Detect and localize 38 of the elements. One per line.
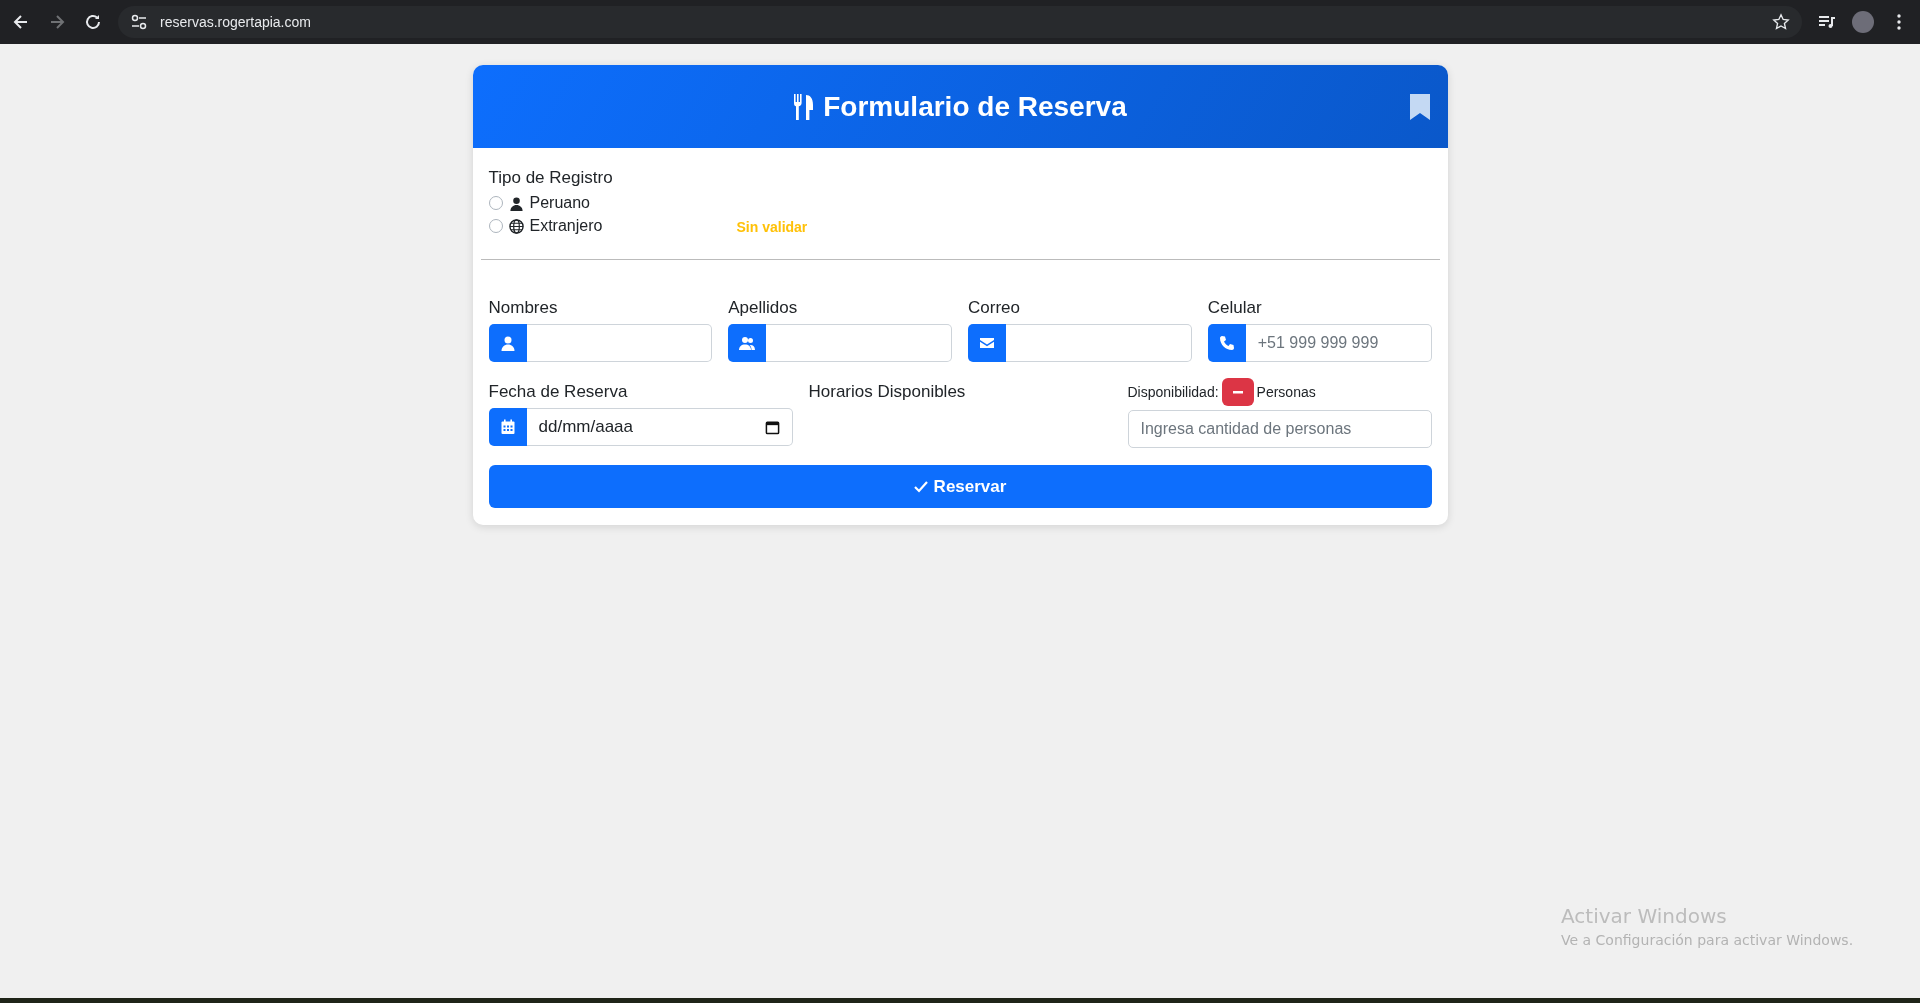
users-icon (728, 324, 767, 362)
reserve-button[interactable]: Reservar (488, 465, 1432, 508)
unit-label: Personas (1256, 384, 1316, 400)
envelope-icon (968, 324, 1006, 362)
availability-label: Disponibilidad: (1127, 384, 1219, 400)
field-label: Nombres (488, 298, 559, 318)
check-icon (913, 480, 928, 493)
date-field[interactable]: dd/mm/aaaa (526, 408, 793, 446)
calendar-icon (488, 408, 527, 446)
text-field[interactable]: +51 999 999 999 (1245, 324, 1432, 362)
phone-icon (1207, 324, 1246, 362)
url-text: reservas.rogertapia.com (160, 14, 311, 30)
availability-badge (1221, 378, 1254, 406)
utensils-icon (793, 92, 816, 121)
text-field[interactable] (766, 324, 952, 362)
user-icon (488, 324, 527, 362)
calendar-icon[interactable] (764, 419, 780, 435)
field-label: Correo (968, 298, 1021, 318)
field-label: Tipo de Registro (488, 168, 614, 188)
form-title: Formulario de Reserva (823, 90, 1127, 123)
address-bar[interactable]: reservas.rogertapia.com (118, 6, 1802, 38)
field-label: Celular (1207, 298, 1263, 318)
bookmark-icon[interactable] (1409, 94, 1430, 120)
activation-text: Ve a Configuración para activar Windows. (1561, 932, 1854, 948)
site-settings-icon[interactable] (130, 13, 148, 31)
text-field[interactable] (1006, 324, 1192, 362)
globe-icon (508, 218, 524, 234)
field-label: Fecha de Reserva (488, 382, 629, 402)
field-label: Apellidos (728, 298, 799, 318)
star-icon[interactable] (1772, 13, 1790, 31)
text-field[interactable] (526, 324, 713, 362)
option-label[interactable]: Extranjero (529, 217, 603, 235)
option-label[interactable]: Peruano (529, 194, 590, 212)
field-label: Horarios Disponibles (808, 382, 967, 402)
people-field[interactable]: Ingresa cantidad de personas (1127, 410, 1432, 448)
validation-status: Sin validar (736, 219, 808, 235)
profile-avatar[interactable] (1852, 11, 1874, 33)
person-icon (508, 195, 524, 211)
